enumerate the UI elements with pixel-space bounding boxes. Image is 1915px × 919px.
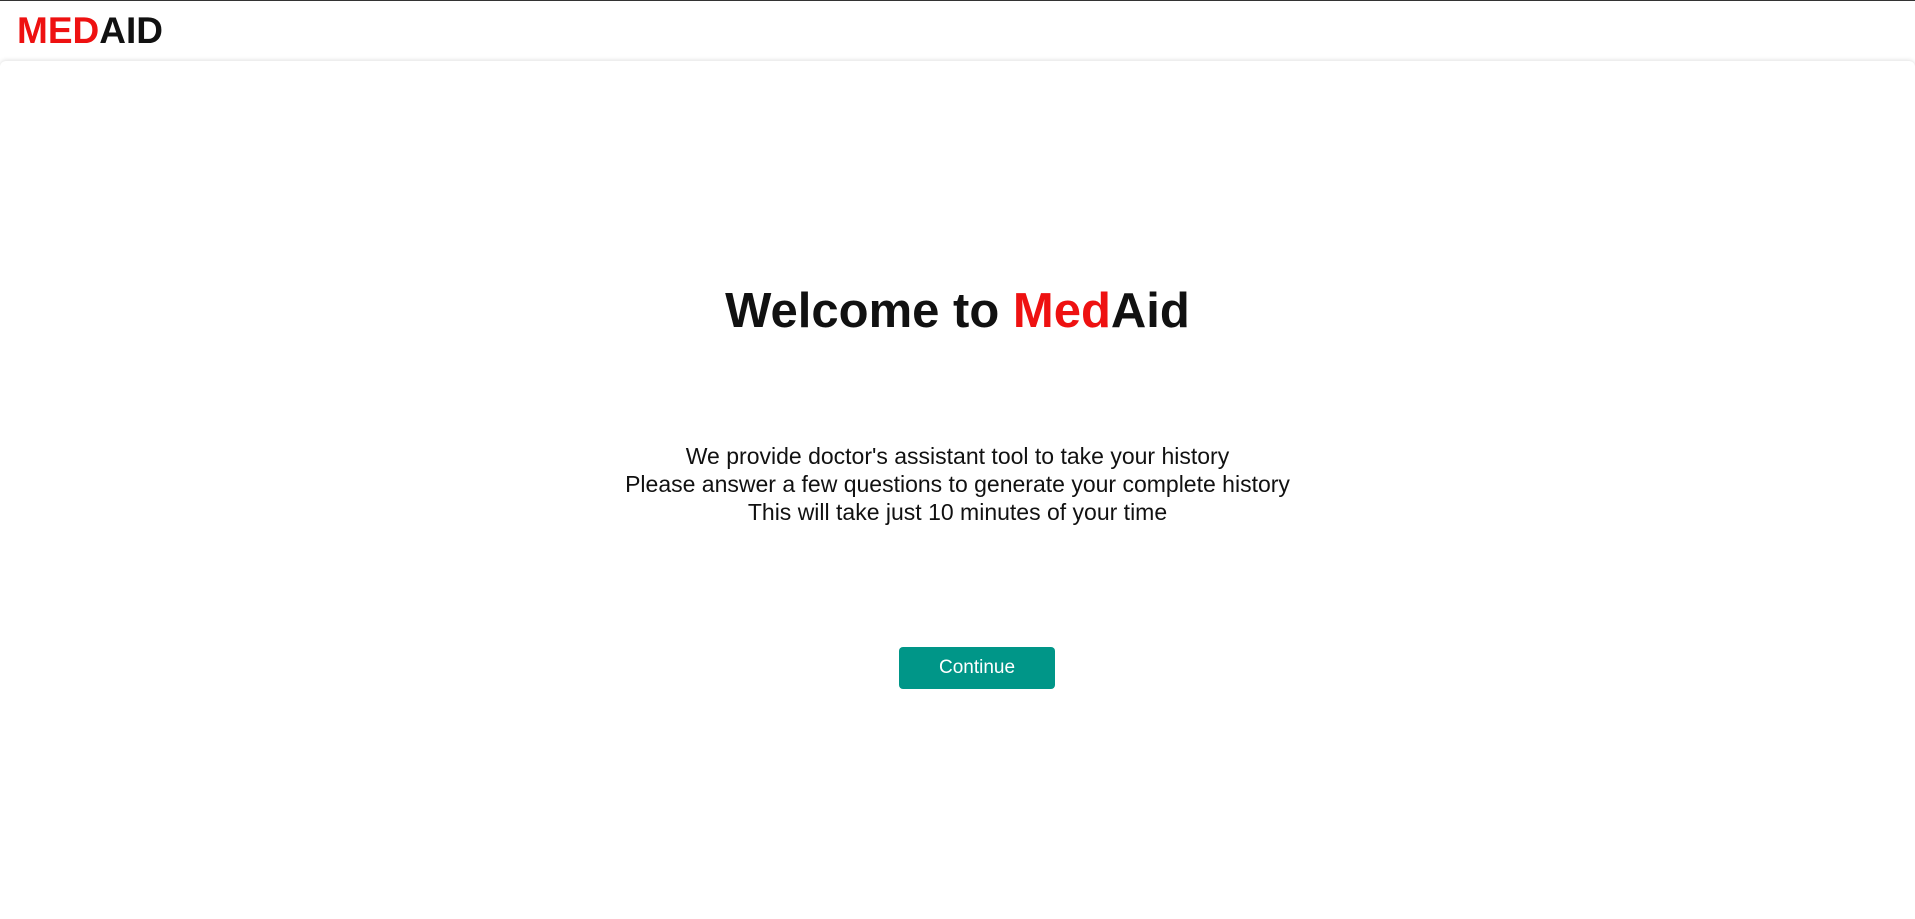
welcome-title: Welcome to MedAid [0, 281, 1915, 341]
logo-med: MED [17, 10, 100, 51]
logo[interactable]: MEDAID [17, 9, 163, 53]
welcome-brand-med: Med [1012, 284, 1111, 338]
description-line: Please answer a few questions to generat… [625, 471, 1290, 497]
welcome-brand-aid: Aid [1110, 284, 1190, 338]
continue-button[interactable]: Continue [899, 647, 1055, 689]
welcome-prefix: Welcome to [725, 284, 1013, 338]
description-line: We provide doctor's assistant tool to ta… [685, 443, 1230, 469]
description: We provide doctor's assistant tool to ta… [0, 442, 1915, 526]
header: MEDAID [0, 1, 1915, 61]
description-line: This will take just 10 minutes of your t… [747, 499, 1168, 525]
page: MEDAID Welcome to MedAid We provide doct… [0, 0, 1915, 919]
logo-aid: AID [99, 10, 163, 51]
